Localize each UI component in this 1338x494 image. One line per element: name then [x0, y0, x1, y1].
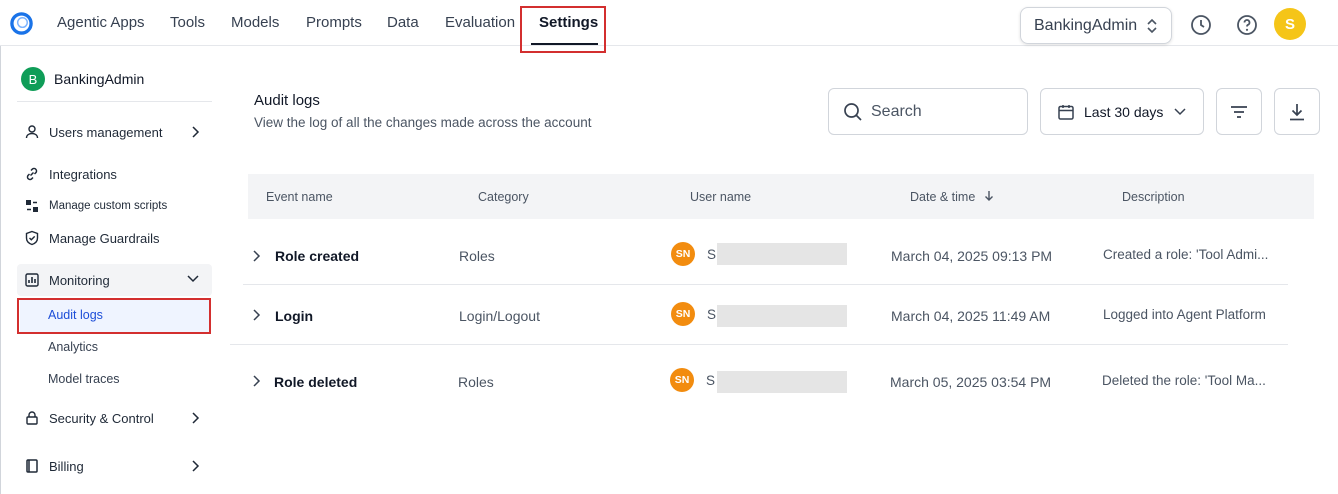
download-button[interactable] — [1274, 88, 1320, 135]
sort-arrow-down-icon — [984, 191, 993, 201]
filter-icon — [1231, 105, 1247, 118]
event-description: Created a role: 'Tool Admi... — [1103, 247, 1269, 262]
help-icon[interactable] — [1235, 13, 1259, 37]
search-icon — [844, 102, 862, 121]
tab-agentic-apps[interactable]: Agentic Apps — [57, 14, 145, 31]
event-name: Role created — [275, 248, 360, 264]
app-logo-icon[interactable] — [10, 12, 33, 35]
row-divider — [243, 284, 1288, 285]
sidebar-sub-model-traces[interactable]: Model traces — [48, 372, 120, 386]
chevron-down-icon — [1174, 107, 1186, 115]
tab-evaluation[interactable]: Evaluation — [445, 14, 515, 31]
redacted-user-name — [717, 305, 847, 327]
sidebar-sub-audit-logs[interactable]: Audit logs — [48, 308, 103, 322]
workspace-header[interactable]: B BankingAdmin — [21, 67, 144, 91]
sidebar-item-monitoring[interactable]: Monitoring — [17, 264, 212, 296]
user-name: S — [707, 247, 717, 262]
workspace-badge: B — [21, 67, 45, 91]
date-range-button[interactable]: Last 30 days — [1040, 88, 1204, 135]
sidebar-item-label: Manage custom scripts — [49, 200, 168, 212]
sidebar-sub-analytics[interactable]: Analytics — [48, 340, 98, 354]
shield-icon — [23, 229, 41, 247]
event-datetime: March 05, 2025 03:54 PM — [890, 374, 1052, 390]
page-subtitle: View the log of all the changes made acr… — [254, 115, 592, 130]
download-icon — [1290, 103, 1304, 120]
user-name: S — [706, 373, 716, 388]
account-name: BankingAdmin — [1034, 16, 1138, 34]
top-nav: Agentic Apps Tools Models Prompts Data E… — [0, 0, 1338, 46]
tab-settings[interactable]: Settings — [539, 14, 598, 31]
tab-data[interactable]: Data — [387, 14, 419, 31]
sidebar-item-manage-custom-scripts[interactable]: Manage custom scripts — [17, 190, 212, 222]
event-name: Role deleted — [274, 374, 358, 390]
event-datetime: March 04, 2025 09:13 PM — [891, 248, 1053, 264]
user-avatar-small: SN — [671, 242, 695, 266]
column-header-label: Date & time — [910, 190, 976, 204]
chevron-up-down-icon — [1147, 18, 1157, 34]
link-icon — [23, 165, 41, 183]
event-name: Login — [275, 308, 314, 324]
tab-models[interactable]: Models — [231, 14, 279, 31]
date-range-label: Last 30 days — [1084, 103, 1164, 120]
redacted-user-name — [717, 243, 847, 265]
event-category: Login/Logout — [459, 308, 540, 324]
chevron-right-icon — [192, 126, 200, 138]
monitoring-icon — [23, 271, 41, 289]
event-description: Deleted the role: 'Tool Ma... — [1102, 373, 1266, 388]
column-header-date-time[interactable]: Date & time — [910, 190, 995, 204]
sidebar-item-integrations[interactable]: Integrations — [17, 158, 212, 190]
sidebar-item-label: Monitoring — [49, 272, 110, 288]
workspace-name: BankingAdmin — [54, 71, 145, 87]
column-header-user-name[interactable]: User name — [690, 190, 751, 204]
column-header-category[interactable]: Category — [478, 190, 529, 204]
event-datetime: March 04, 2025 11:49 AM — [891, 308, 1051, 324]
sidebar: B BankingAdmin Users management Integrat… — [0, 46, 216, 494]
user-avatar[interactable]: S — [1274, 8, 1306, 40]
sidebar-item-label: Users management — [49, 124, 163, 140]
lock-icon — [23, 409, 41, 427]
page-title: Audit logs — [254, 92, 320, 109]
sidebar-item-label: Security & Control — [49, 410, 154, 426]
expand-chevron-icon[interactable] — [249, 374, 263, 388]
redacted-user-name — [717, 371, 847, 393]
expand-chevron-icon[interactable] — [249, 249, 263, 263]
calendar-icon — [1058, 104, 1074, 120]
event-category: Roles — [458, 374, 494, 390]
sidebar-item-manage-guardrails[interactable]: Manage Guardrails — [17, 222, 212, 254]
chevron-right-icon — [192, 412, 200, 424]
account-selector[interactable]: BankingAdmin — [1020, 7, 1172, 44]
chevron-down-icon — [187, 275, 199, 283]
scripts-icon — [23, 197, 41, 215]
user-name: S — [707, 307, 717, 322]
row-divider — [230, 344, 1288, 345]
event-category: Roles — [459, 248, 495, 264]
sidebar-item-label: Billing — [49, 458, 84, 474]
history-clock-icon[interactable] — [1189, 13, 1213, 37]
column-header-description: Description — [1122, 190, 1185, 204]
active-tab-indicator — [531, 43, 598, 45]
tab-prompts[interactable]: Prompts — [306, 14, 362, 31]
billing-book-icon — [23, 457, 41, 475]
tab-tools[interactable]: Tools — [170, 14, 205, 31]
search-box[interactable] — [828, 88, 1028, 135]
sidebar-item-billing[interactable]: Billing — [17, 450, 212, 482]
user-icon — [23, 123, 41, 141]
table-header: Event name Category User name Date & tim… — [248, 174, 1314, 219]
sidebar-item-security-control[interactable]: Security & Control — [17, 402, 212, 434]
filter-button[interactable] — [1216, 88, 1262, 135]
sidebar-item-label: Manage Guardrails — [49, 230, 160, 246]
event-description: Logged into Agent Platform — [1103, 307, 1266, 322]
sidebar-divider — [17, 101, 212, 102]
chevron-right-icon — [192, 460, 200, 472]
user-avatar-small: SN — [671, 302, 695, 326]
sidebar-item-label: Integrations — [49, 166, 117, 182]
search-input[interactable] — [871, 102, 1011, 121]
user-avatar-small: SN — [670, 368, 694, 392]
expand-chevron-icon[interactable] — [249, 308, 263, 322]
column-header-event-name[interactable]: Event name — [266, 190, 333, 204]
sidebar-item-users-management[interactable]: Users management — [17, 116, 212, 148]
